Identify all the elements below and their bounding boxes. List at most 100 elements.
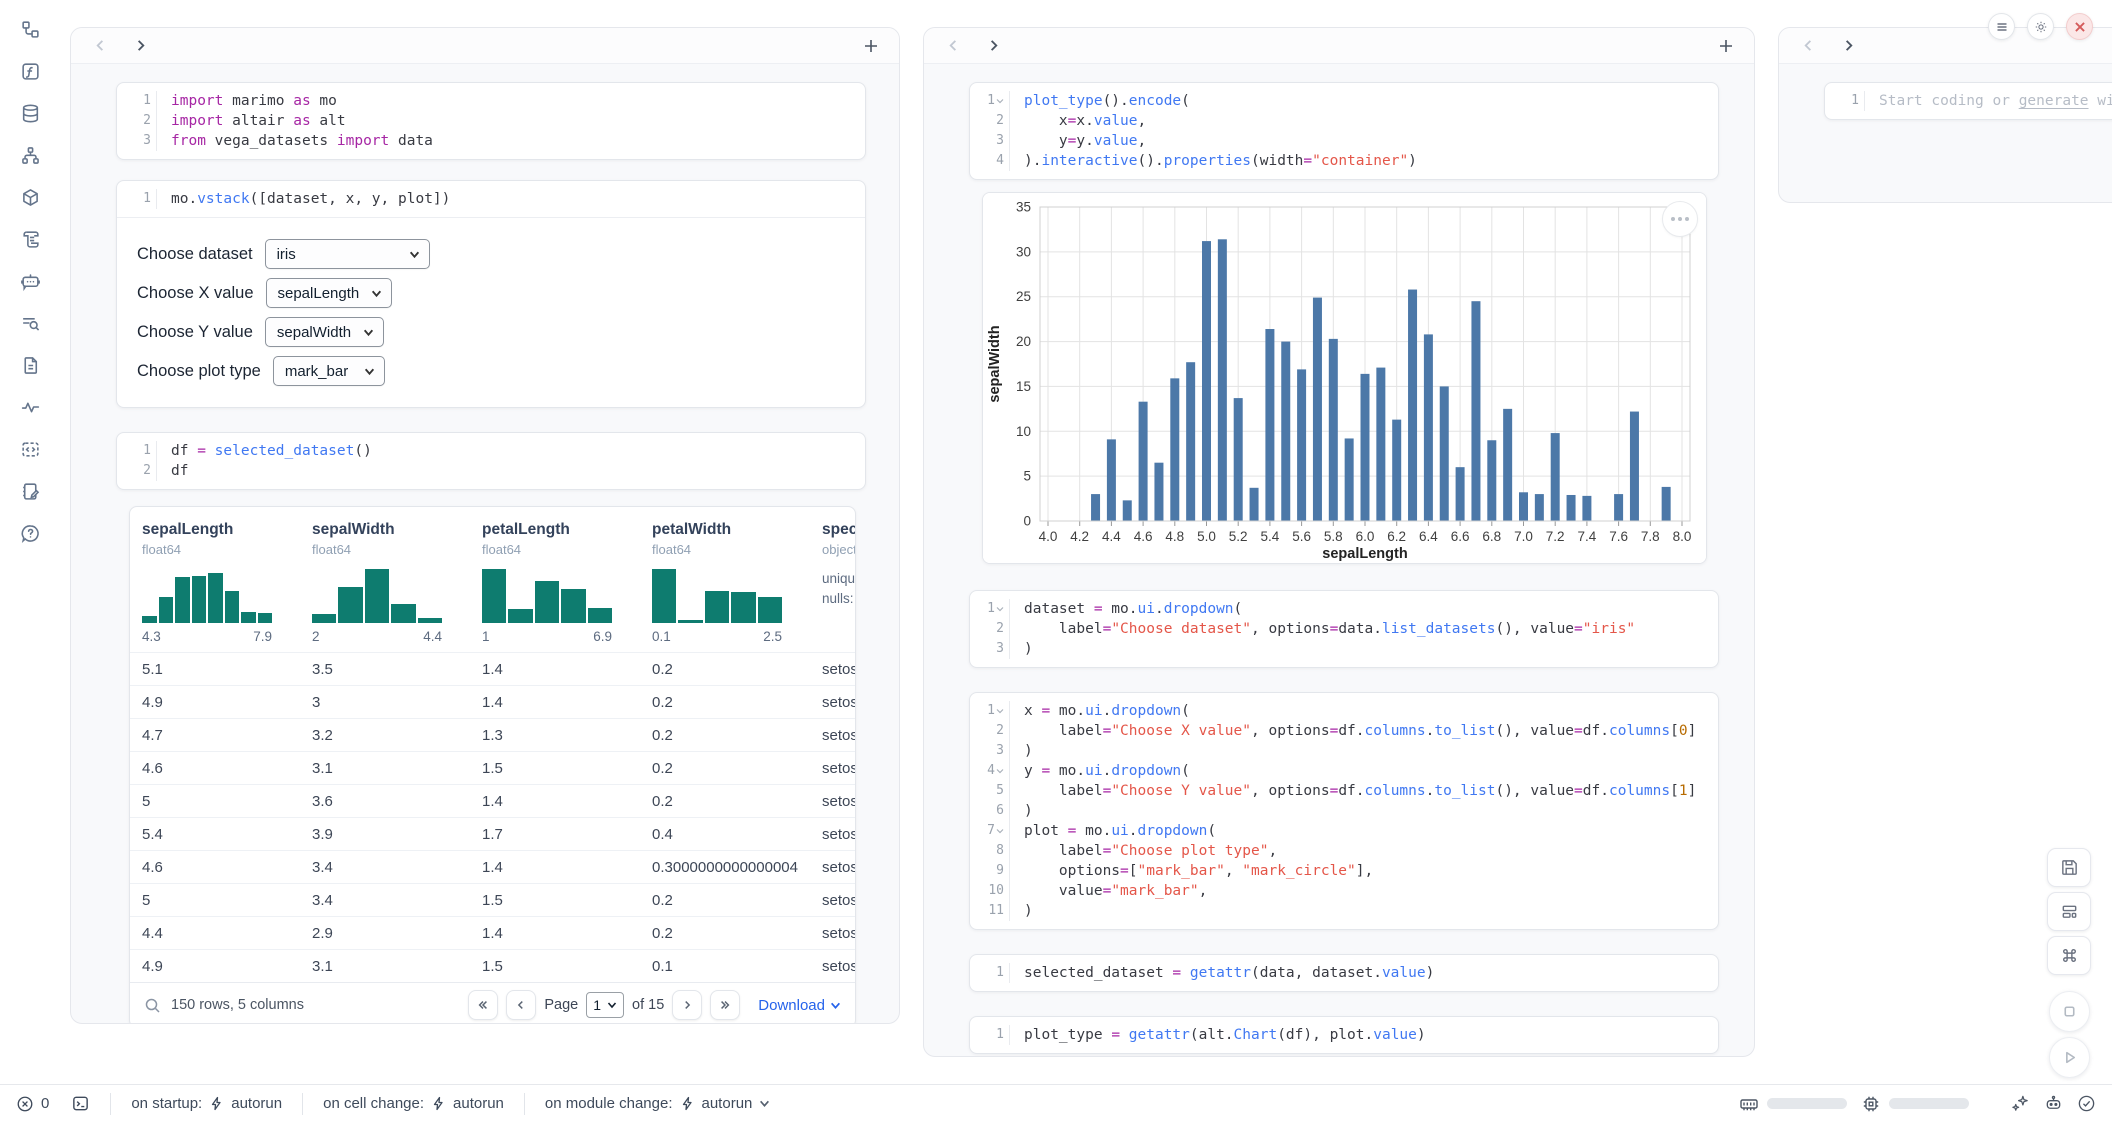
chevron-right-icon[interactable]: [127, 34, 153, 58]
notebook-edit-icon[interactable]: [17, 478, 43, 504]
keyboard-shortcuts-button[interactable]: [2047, 936, 2091, 975]
save-button[interactable]: [2047, 848, 2091, 887]
table-cell: 5.1: [142, 661, 312, 678]
histogram-bar: [142, 616, 157, 623]
add-cell-button[interactable]: [859, 34, 883, 58]
file-tree-icon[interactable]: [17, 16, 43, 42]
table-cell: 4.4: [142, 925, 312, 942]
add-cell-button[interactable]: [1714, 34, 1738, 58]
dropdown-select-3[interactable]: mark_bar: [273, 356, 385, 386]
table-row[interactable]: 4.73.21.30.2setosa: [130, 718, 855, 751]
status-bar: 0 on startup: autorun on cell change: au…: [0, 1084, 2112, 1122]
prev-page-button[interactable]: [506, 990, 536, 1020]
package-icon[interactable]: [17, 184, 43, 210]
document-icon[interactable]: [17, 352, 43, 378]
script-scroll-icon[interactable]: [17, 226, 43, 252]
table-row[interactable]: 53.61.40.2setosa: [130, 784, 855, 817]
column-name: petalWidth: [652, 521, 822, 539]
database-icon[interactable]: [17, 100, 43, 126]
sparkles-icon: [2011, 1094, 2030, 1113]
table-row[interactable]: 4.93.11.50.1setosa: [130, 949, 855, 982]
svg-text:5.6: 5.6: [1292, 529, 1311, 544]
org-chart-icon[interactable]: [17, 142, 43, 168]
table-row[interactable]: 4.931.40.2setosa: [130, 685, 855, 718]
table-cell: setosa: [822, 859, 855, 876]
dropdown-select-2[interactable]: sepalWidth: [265, 317, 384, 347]
on-module-change-setting[interactable]: on module change: autorun: [545, 1095, 770, 1112]
line-number: 1: [117, 441, 157, 461]
layout-button[interactable]: [2047, 892, 2091, 931]
column-dtype: float64: [142, 542, 312, 557]
on-startup-setting[interactable]: on startup: autorun: [131, 1095, 282, 1112]
line-number: 1: [970, 963, 1010, 983]
stop-button[interactable]: [2049, 991, 2090, 1032]
table-cell: 3.4: [312, 892, 482, 909]
fold-chevron-icon[interactable]: [996, 827, 1004, 835]
chevron-left-icon[interactable]: [87, 34, 113, 58]
code-block-icon[interactable]: [17, 436, 43, 462]
fold-chevron-icon[interactable]: [996, 97, 1004, 105]
empty-code-cell[interactable]: 1Start coding or generate with AI: [1824, 82, 2112, 120]
code-cell-plot-type[interactable]: 1plot_type = getattr(alt.Chart(df), plot…: [969, 1016, 1719, 1054]
line-number: 3: [117, 131, 157, 151]
table-cell: 0.2: [652, 694, 822, 711]
code-line: 1plot_type().encode(: [970, 91, 1718, 111]
run-button[interactable]: [2049, 1037, 2090, 1078]
ai-sparkles-button[interactable]: [2011, 1094, 2030, 1113]
chevron-right-icon[interactable]: [980, 34, 1006, 58]
chevron-right-icon[interactable]: [1835, 34, 1861, 58]
table-row[interactable]: 53.41.50.2setosa: [130, 883, 855, 916]
circle-x-icon: [16, 1095, 34, 1113]
table-row[interactable]: 5.13.51.40.2setosa: [130, 652, 855, 685]
connection-status-button[interactable]: [2077, 1094, 2096, 1113]
table-row[interactable]: 4.63.11.50.2setosa: [130, 751, 855, 784]
code-line: 2df: [117, 461, 865, 481]
code-cell-plot[interactable]: 1plot_type().encode(2 x=x.value,3 y=y.va…: [969, 82, 1719, 180]
search-icon[interactable]: [144, 997, 161, 1014]
code-cell-imports[interactable]: 1import marimo as mo2import altair as al…: [116, 82, 866, 160]
fold-chevron-icon[interactable]: [996, 767, 1004, 775]
page-number-select[interactable]: 1: [586, 992, 624, 1018]
first-page-button[interactable]: [468, 990, 498, 1020]
code-cell-df[interactable]: 1df = selected_dataset()2df: [116, 432, 866, 490]
dropdown-select-0[interactable]: iris: [265, 239, 430, 269]
row-count-summary: 150 rows, 5 columns: [171, 997, 304, 1013]
last-page-button[interactable]: [710, 990, 740, 1020]
cpu-icon: [1861, 1094, 1881, 1114]
svg-text:4.6: 4.6: [1134, 529, 1153, 544]
activity-icon[interactable]: [17, 394, 43, 420]
chart-menu-button[interactable]: [1662, 201, 1698, 237]
code-cell-selected-dataset[interactable]: 1selected_dataset = getattr(data, datase…: [969, 954, 1719, 992]
list-search-icon[interactable]: [17, 310, 43, 336]
svg-text:10: 10: [1016, 424, 1031, 439]
chat-bot-icon[interactable]: [17, 268, 43, 294]
next-page-button[interactable]: [672, 990, 702, 1020]
download-button[interactable]: Download: [758, 997, 841, 1014]
code-cell-dataset-dropdown[interactable]: 1dataset = mo.ui.dropdown(2 label="Choos…: [969, 590, 1719, 668]
fold-chevron-icon[interactable]: [996, 707, 1004, 715]
on-cell-change-setting[interactable]: on cell change: autorun: [323, 1095, 504, 1112]
table-cell: setosa: [822, 925, 855, 942]
bar-chart[interactable]: 051015202530354.04.24.44.64.85.05.25.45.…: [983, 193, 1706, 564]
chevron-left-icon[interactable]: [940, 34, 966, 58]
function-icon[interactable]: [17, 58, 43, 84]
table-cell: 3.9: [312, 826, 482, 843]
fold-chevron-icon[interactable]: [996, 605, 1004, 613]
code-editor[interactable]: 1mo.vstack([dataset, x, y, plot]): [117, 181, 865, 217]
table-row[interactable]: 5.43.91.70.4setosa: [130, 817, 855, 850]
dropdown-label: Choose Y value: [137, 323, 253, 342]
code-cell-xy-plot-dropdowns[interactable]: 1x = mo.ui.dropdown(2 label="Choose X va…: [969, 692, 1719, 930]
error-indicator[interactable]: 0: [16, 1095, 49, 1113]
dropdown-select-1[interactable]: sepalLength: [266, 278, 393, 308]
terminal-button[interactable]: [71, 1094, 90, 1113]
table-cell: setosa: [822, 793, 855, 810]
chevron-left-icon[interactable]: [1795, 34, 1821, 58]
table-row[interactable]: 4.63.41.40.3000000000000004setosa: [130, 850, 855, 883]
close-button[interactable]: [2066, 13, 2093, 40]
code-line: 1mo.vstack([dataset, x, y, plot]): [117, 189, 865, 209]
help-icon[interactable]: [17, 520, 43, 546]
copilot-button[interactable]: [2044, 1094, 2063, 1113]
settings-gear-button[interactable]: [2027, 13, 2054, 40]
menu-button[interactable]: [1988, 13, 2015, 40]
table-row[interactable]: 4.42.91.40.2setosa: [130, 916, 855, 949]
